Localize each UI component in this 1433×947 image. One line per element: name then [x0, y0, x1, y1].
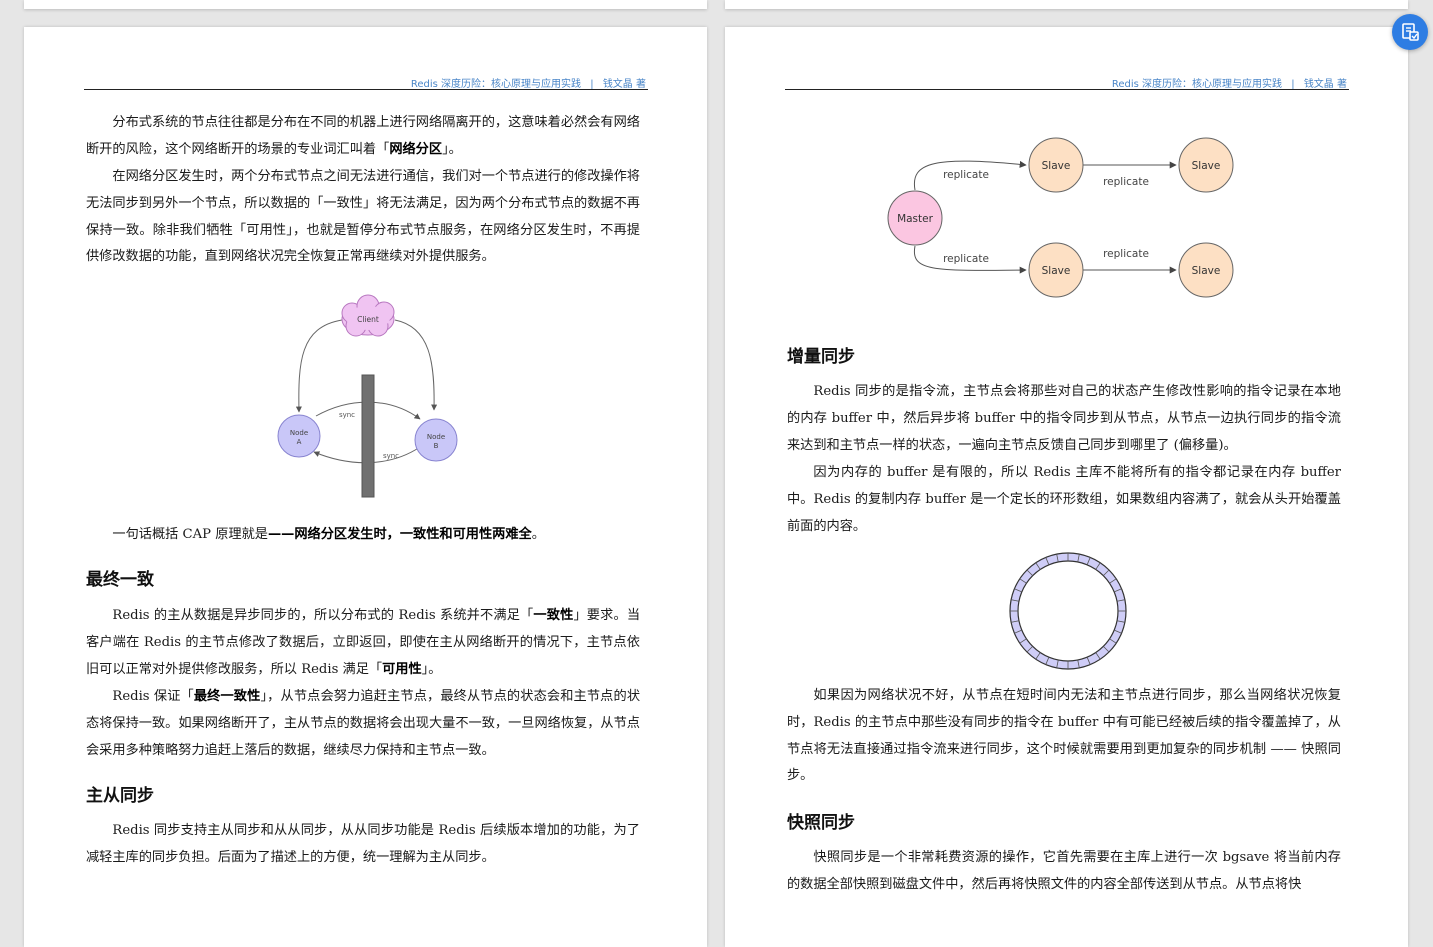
paragraph-snapshot-sync: 快照同步是一个非常耗费资源的操作，它首先需要在主库上进行一次 bgsave 将当… [787, 850, 1341, 892]
cap-partition-diagram: Client Node A Node B sync sync [277, 294, 458, 498]
heading-incremental-sync: 增量同步 [787, 347, 855, 367]
paragraph-ring-buffer: 因为内存的 buffer 是有限的，所以 Redis 主库不能将所有的指令都记录… [787, 465, 1341, 534]
node-a-label-line1: Node [290, 429, 308, 437]
node-a-label-line2: A [297, 438, 302, 446]
text-run: 分布式系统的节点往往都是分布在不同的机器上进行网络隔离开的，这意味着必然会有网络… [86, 115, 640, 157]
document-convert-icon [1402, 23, 1419, 41]
bold-cap-summary: ——网络分区发生时，一致性和可用性两难全 [267, 527, 532, 542]
replicate-label-bottom-chain: replicate [1103, 248, 1149, 260]
client-label: Client [357, 315, 379, 324]
sync-label-bottom: sync [383, 452, 399, 460]
ring-inner-edge [1017, 560, 1119, 662]
heading-master-slave-sync: 主从同步 [86, 786, 154, 806]
text-run: Redis 保证「 [112, 689, 194, 704]
previous-page-right-edge [725, 0, 1408, 9]
master-label: Master [897, 213, 934, 225]
replication-diagram: Master Slave Slave Slave Slave replicate… [887, 137, 1234, 298]
replicate-label-master-top: replicate [943, 169, 989, 181]
node-b-label-line1: Node [427, 433, 445, 441]
text-run: 」。 [421, 661, 442, 677]
slave-label-3: Slave [1042, 265, 1071, 277]
partition-wall [361, 374, 375, 498]
text-run: 」。 [442, 141, 462, 157]
text-run: 。 [531, 527, 545, 542]
slave-label-1: Slave [1042, 160, 1071, 172]
paragraph-partition-consequence: 在网络分区发生时，两个分布式节点之间无法进行通信，我们对一个节点进行的修改操作将… [86, 169, 640, 265]
page-header-right: Redis 深度历险：核心原理与应用实践 | 钱文晶 著 [785, 75, 1347, 90]
header-rule-right [785, 89, 1349, 90]
replicate-label-master-bottom: replicate [943, 253, 989, 265]
slave-label-4: Slave [1192, 265, 1221, 277]
client-to-node-a-arrow [295, 319, 343, 413]
paragraph-network-recovery: 如果因为网络状况不好，从节点在短时间内无法和主节点进行同步，那么当网络状况恢复时… [787, 688, 1341, 784]
header-rule-left [84, 89, 648, 90]
bold-term-eventual-consistency: 最终一致性 [193, 689, 261, 704]
bold-term-consistency: 一致性 [533, 608, 574, 623]
slave-label-2: Slave [1192, 160, 1221, 172]
paragraph-cap-summary: 一句话概括 CAP 原理就是——网络分区发生时，一致性和可用性两难全。 [86, 522, 640, 549]
heading-snapshot-sync: 快照同步 [787, 813, 855, 833]
heading-eventual-consistency: 最终一致 [86, 570, 154, 590]
node-b-label-line2: B [434, 442, 439, 450]
client-to-node-b-arrow [394, 319, 438, 411]
paragraph-redis-async: Redis 的主从数据是异步同步的，所以分布式的 Redis 系统并不满足「一致… [86, 603, 640, 683]
paragraph-eventual-consistency: Redis 保证「最终一致性」，从节点会努力追赶主节点，最终从节点的状态会和主节… [86, 684, 640, 764]
paragraph-master-slave-sync: Redis 同步支持主从同步和从从同步，从从同步功能是 Redis 后续版本增加… [86, 823, 640, 865]
previous-page-left-edge [24, 0, 707, 9]
text-run: 一句话概括 CAP 原理就是 [112, 527, 268, 542]
floating-tool-button[interactable] [1392, 14, 1428, 50]
page-header-left: Redis 深度历险：核心原理与应用实践 | 钱文晶 著 [84, 75, 646, 90]
text-run: Redis 的主从数据是异步同步的，所以分布式的 Redis 系统并不满足「 [112, 608, 534, 623]
replicate-label-top-chain: replicate [1103, 176, 1149, 188]
bold-term-availability: 可用性 [382, 661, 422, 677]
ring-buffer-diagram [1009, 552, 1127, 670]
sync-label-top: sync [339, 411, 355, 419]
bold-term-network-partition: 网络分区 [389, 141, 443, 157]
paragraph-command-stream: Redis 同步的是指令流，主节点会将那些对自己的状态产生修改性影响的指令记录在… [787, 384, 1341, 453]
paragraph-network-partition: 分布式系统的节点往往都是分布在不同的机器上进行网络隔离开的，这意味着必然会有网络… [86, 110, 640, 164]
